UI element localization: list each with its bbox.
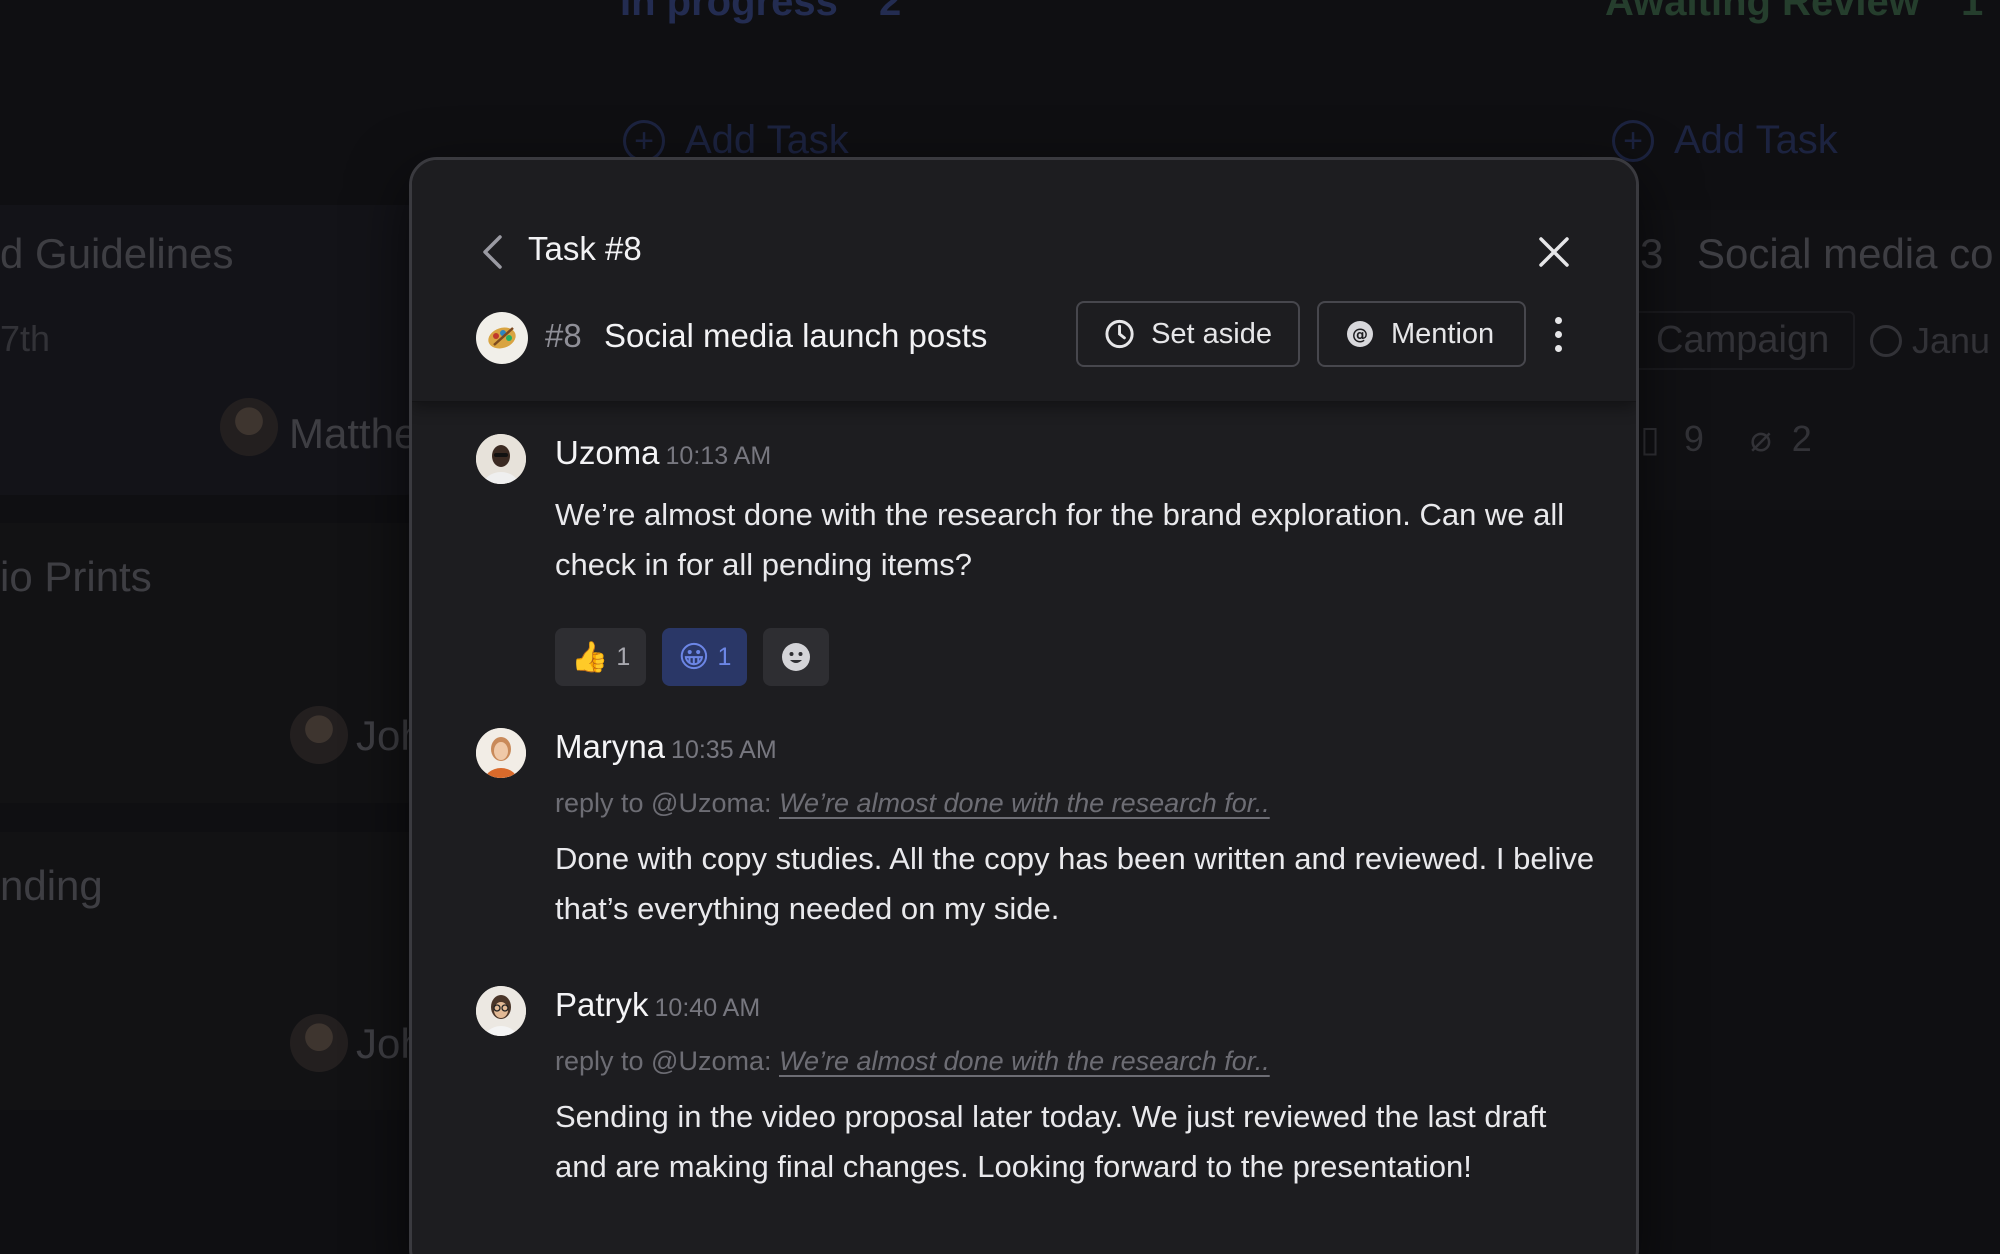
reply-prefix: reply to @Uzoma: <box>555 788 772 818</box>
comment-header: Patryk 10:40 AM <box>555 986 760 1024</box>
task-title: Social media launch posts <box>604 317 988 354</box>
comment-author: Maryna <box>555 728 666 765</box>
comment: Patryk 10:40 AM reply to @Uzoma: We’re al… <box>476 986 1576 1254</box>
mention-label: Mention <box>1391 317 1495 350</box>
reply-quote-link[interactable]: We’re almost done with the research for.… <box>779 788 1270 818</box>
reaction-grinning[interactable]: 😀 1 <box>662 628 748 686</box>
chevron-left-icon <box>483 235 502 269</box>
comment-header: Uzoma 10:13 AM <box>555 434 771 472</box>
reactions-bar: 👍 1 😀 1 <box>555 628 830 686</box>
task-thumbnail <box>476 312 528 364</box>
reply-reference[interactable]: reply to @Uzoma: We’re almost done with … <box>555 788 1270 819</box>
modal-title: Task #8 <box>528 230 642 267</box>
svg-text:@: @ <box>1352 325 1368 344</box>
palette-icon <box>488 327 516 349</box>
close-button[interactable] <box>1532 230 1576 274</box>
comment-body: Done with copy studies. All the copy has… <box>555 841 1595 926</box>
smiley-add-icon <box>782 643 811 671</box>
modal-header: Task #8 #8 Social media launch posts Set… <box>412 160 1636 402</box>
reaction-count: 1 <box>717 642 732 671</box>
add-reaction-button[interactable] <box>763 628 830 686</box>
comment-author: Uzoma <box>555 434 660 471</box>
avatar <box>476 728 526 778</box>
comment: Maryna 10:35 AM reply to @Uzoma: We’re al… <box>476 728 1594 958</box>
more-options-icon[interactable] <box>1543 310 1573 358</box>
comment-body: We’re almost done with the research for … <box>555 497 1565 582</box>
comment-time: 10:40 AM <box>654 994 761 1022</box>
avatar <box>476 986 526 1036</box>
comment-time: 10:13 AM <box>665 442 772 470</box>
comment: Uzoma 10:13 AM We’re almost done with the… <box>476 434 1576 704</box>
mention-button[interactable]: @ Mention <box>1317 301 1526 367</box>
comment-author: Patryk <box>555 986 649 1023</box>
task-detail-modal: Task #8 #8 Social media launch posts Set… <box>409 157 1639 1254</box>
set-aside-label: Set aside <box>1151 317 1272 350</box>
reply-reference[interactable]: reply to @Uzoma: We’re almost done with … <box>555 1046 1270 1077</box>
grinning-face-icon: 😀 <box>678 640 710 674</box>
thumbs-up-icon: 👍 <box>571 640 609 674</box>
at-sign-icon: @ <box>1347 321 1373 347</box>
comment-header: Maryna 10:35 AM <box>555 728 777 766</box>
reply-prefix: reply to @Uzoma: <box>555 1046 772 1076</box>
comment-time: 10:35 AM <box>671 736 777 764</box>
avatar <box>476 434 526 484</box>
comment-body: Sending in the video proposal later toda… <box>555 1099 1547 1184</box>
reaction-count: 1 <box>616 642 631 671</box>
back-button[interactable] <box>472 230 512 274</box>
close-icon <box>1539 237 1569 267</box>
clock-snooze-icon <box>1105 319 1134 349</box>
reply-quote-link[interactable]: We’re almost done with the research for.… <box>779 1046 1270 1076</box>
task-number: #8 <box>545 317 582 354</box>
set-aside-button[interactable]: Set aside <box>1076 301 1300 367</box>
comment-thread: Uzoma 10:13 AM We’re almost done with the… <box>412 402 1636 1254</box>
reaction-thumbs-up[interactable]: 👍 1 <box>555 628 647 686</box>
